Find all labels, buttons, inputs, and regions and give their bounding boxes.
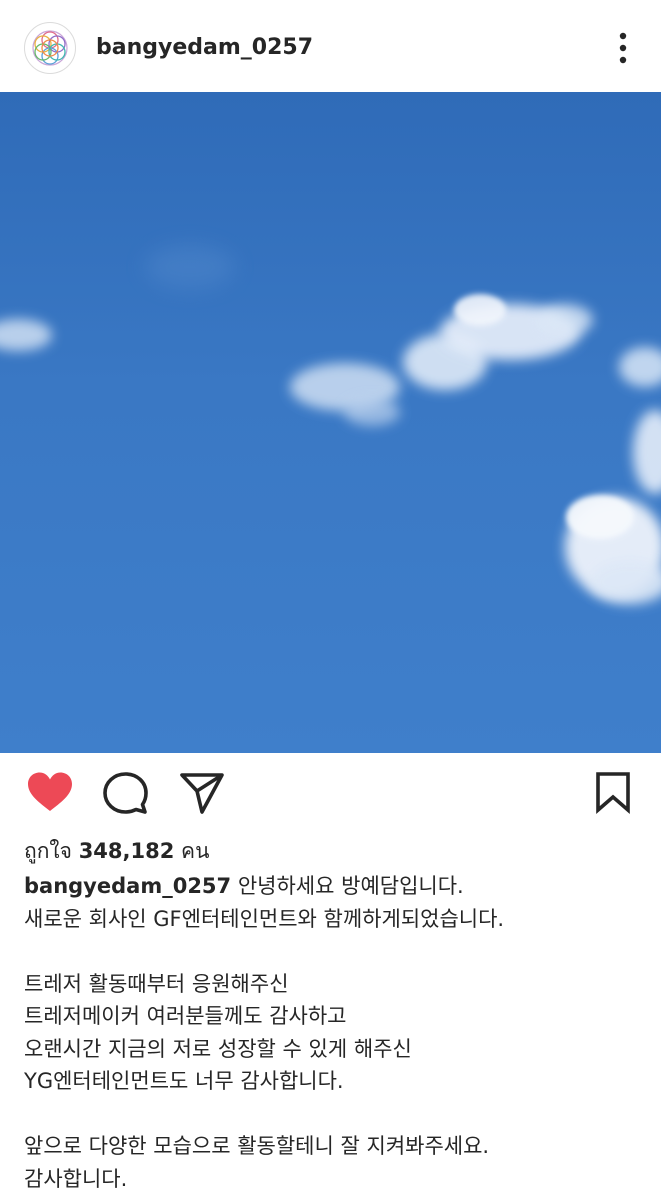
- bookmark-icon: [596, 772, 630, 814]
- flower-of-life-icon: [32, 30, 68, 66]
- save-button[interactable]: [590, 771, 638, 815]
- caption-line: 앞으로 다양한 모습으로 활동할테니 잘 지켜봐주세요.: [24, 1134, 490, 1158]
- caption-line: YG엔터테인먼트도 너무 감사합니다.: [24, 1069, 344, 1093]
- share-button[interactable]: [178, 771, 226, 815]
- post-caption: bangyedam_0257 안녕하세요 방예담입니다. 새로운 회사인 GF엔…: [24, 870, 644, 1195]
- avatar[interactable]: [24, 22, 76, 74]
- sky-photo: [0, 92, 661, 753]
- comment-icon: [103, 772, 148, 814]
- comment-button[interactable]: [102, 771, 150, 815]
- post-header: bangyedam_0257: [0, 0, 661, 92]
- more-options-button[interactable]: [606, 28, 640, 68]
- heart-filled-icon: [28, 772, 72, 811]
- paper-plane-icon: [180, 773, 224, 814]
- post-image[interactable]: [0, 92, 661, 753]
- caption-line: 트레저 활동때부터 응원해주신: [24, 971, 289, 996]
- likes-number: 348,182: [78, 839, 175, 863]
- like-button[interactable]: [26, 771, 74, 815]
- more-vertical-icon: [619, 32, 627, 64]
- like-count[interactable]: ถูกใจ 348,182 คน: [24, 836, 209, 866]
- caption-line: 트레저메이커 여러분들께도 감사하고: [24, 1004, 347, 1028]
- caption-line: 오랜시간 지금의 저로 성장할 수 있게 해주신: [24, 1036, 412, 1061]
- post-action-bar: [0, 753, 661, 833]
- caption-line: 감사합니다.: [24, 1166, 128, 1191]
- caption-line: bangyedam_0257 안녕하세요 방예담입니다.: [24, 870, 644, 903]
- caption-line: 새로운 회사인 GF엔터테인먼트와 함께하게되었습니다.: [24, 906, 505, 931]
- caption-text: 안녕하세요 방예담입니다.: [237, 874, 464, 898]
- caption-username[interactable]: bangyedam_0257: [24, 874, 231, 898]
- likes-suffix: คน: [181, 839, 210, 863]
- likes-prefix: ถูกใจ: [24, 839, 72, 863]
- post-author-username[interactable]: bangyedam_0257: [96, 34, 313, 62]
